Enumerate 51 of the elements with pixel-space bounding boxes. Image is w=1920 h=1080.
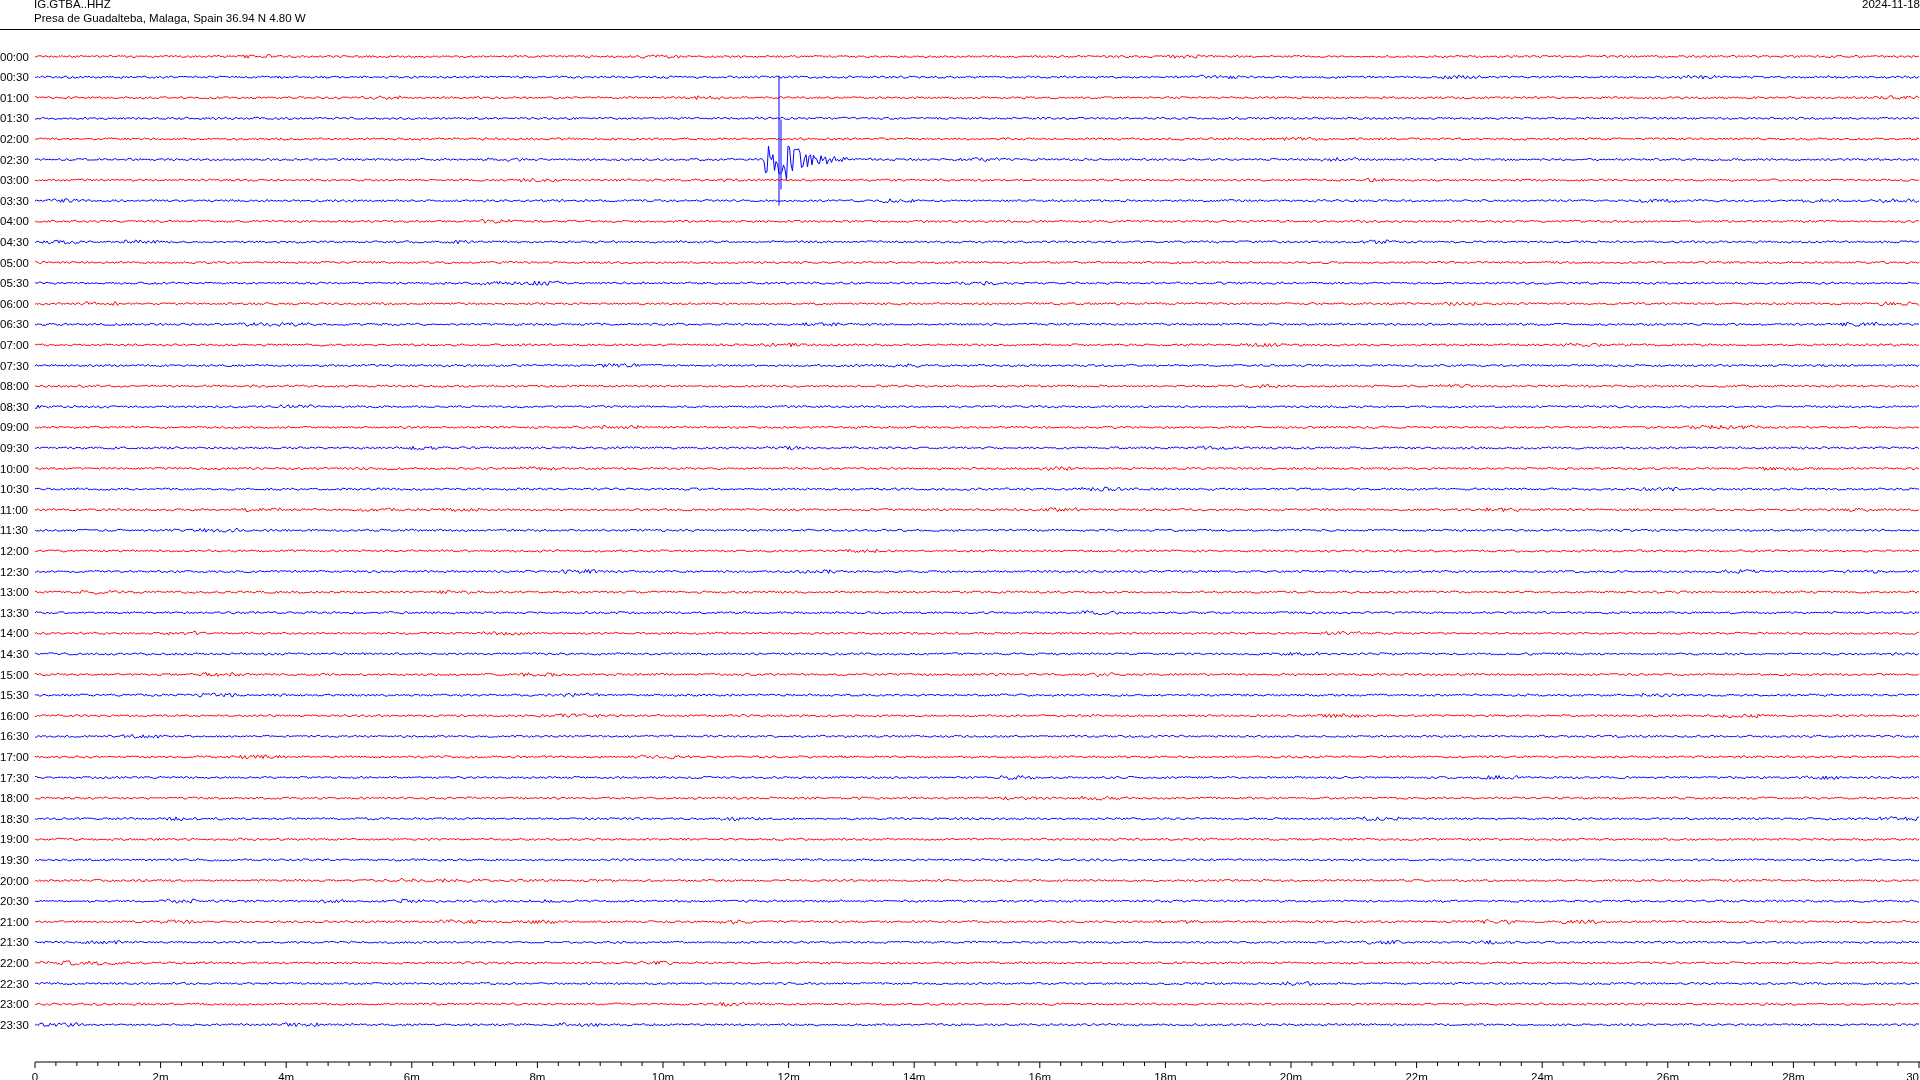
time-label: 13:30 [0, 606, 29, 619]
time-label: 10:30 [0, 483, 29, 496]
time-label: 06:30 [0, 318, 29, 331]
time-label: 01:00 [0, 91, 29, 104]
time-label: 17:00 [0, 750, 29, 763]
time-label: 07:30 [0, 359, 29, 372]
time-label: 16:00 [0, 709, 29, 722]
time-label: 07:00 [0, 338, 29, 351]
time-label: 18:30 [0, 812, 29, 825]
time-label: 03:30 [0, 194, 29, 207]
station-code: IG.GTBA..HHZ [34, 0, 112, 11]
plot-date: 2024-11-18 [1862, 0, 1920, 12]
time-label: 12:30 [0, 565, 29, 578]
time-label: 03:00 [0, 174, 29, 187]
time-label: 11:00 [0, 503, 28, 516]
time-label: 20:30 [0, 895, 29, 908]
time-label: 21:30 [0, 936, 29, 949]
time-label: 21:00 [0, 915, 29, 928]
time-label: 23:30 [0, 1018, 29, 1031]
time-label: 22:00 [0, 956, 29, 969]
time-label: 09:30 [0, 441, 29, 454]
time-label: 12:00 [0, 544, 29, 557]
time-label: 04:30 [0, 235, 29, 248]
time-label: 19:00 [0, 833, 29, 846]
time-label: 16:30 [0, 730, 29, 743]
time-label: 08:00 [0, 380, 29, 393]
time-label: 08:30 [0, 400, 29, 413]
time-label: 18:00 [0, 792, 29, 805]
time-label: 14:00 [0, 627, 29, 640]
time-label: 04:00 [0, 215, 29, 228]
time-label: 09:00 [0, 421, 29, 434]
time-label: 23:00 [0, 998, 29, 1011]
time-label: 02:30 [0, 153, 29, 166]
time-label: 22:30 [0, 977, 29, 990]
time-label: 13:00 [0, 586, 29, 599]
station-location: Presa de Guadalteba, Malaga, Spain 36.94 N 4.80 W [34, 11, 306, 25]
time-label: 15:00 [0, 668, 29, 681]
time-label: 11:30 [0, 524, 28, 537]
time-label: 00:00 [0, 50, 29, 63]
time-label: 19:30 [0, 853, 29, 866]
time-label: 05:00 [0, 256, 29, 269]
time-label: 00:30 [0, 71, 29, 84]
time-label: 01:30 [0, 112, 29, 125]
time-label: 05:30 [0, 277, 29, 290]
time-label: 17:30 [0, 771, 29, 784]
time-label: 02:00 [0, 132, 29, 145]
time-label: 06:00 [0, 297, 29, 310]
time-label: 20:00 [0, 874, 29, 887]
time-label: 15:30 [0, 689, 29, 702]
time-label: 14:30 [0, 647, 29, 660]
time-label: 10:00 [0, 462, 29, 475]
